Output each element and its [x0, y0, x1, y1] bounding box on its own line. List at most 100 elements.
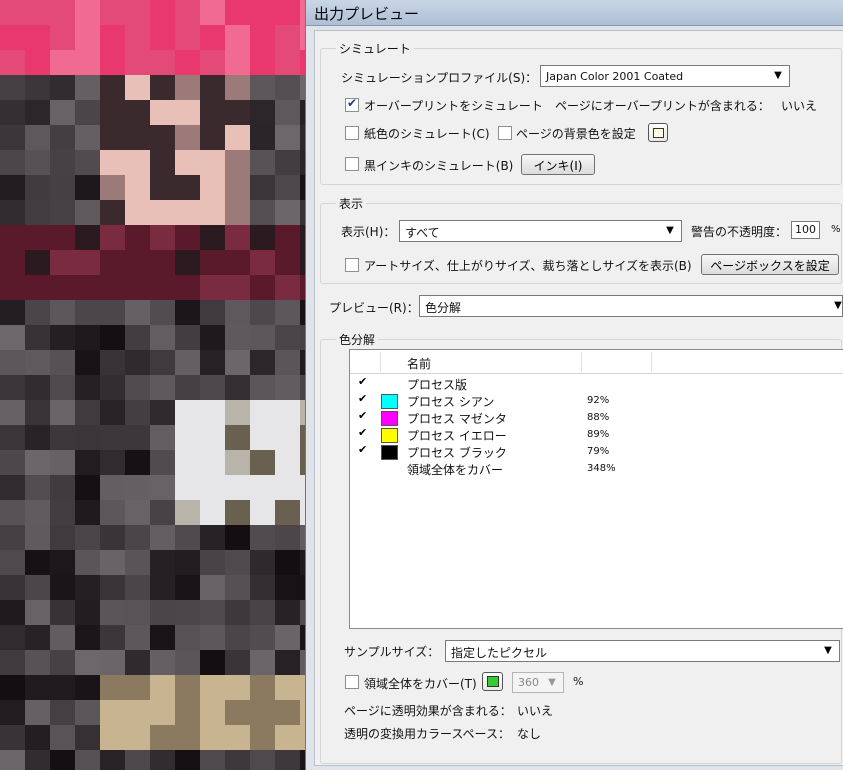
preview-pixel [200, 300, 225, 325]
preview-pixel [75, 475, 100, 500]
black-ink-label: 黒インキのシミュレート(B) [364, 159, 514, 173]
preview-pixel [75, 575, 100, 600]
separation-row[interactable]: プロセス ブラック 79% [350, 443, 843, 461]
preview-pixel [75, 50, 100, 75]
preview-pixel [150, 250, 175, 275]
preview-pixel [250, 0, 275, 25]
warning-opacity-percent: % [831, 224, 841, 235]
preview-pixel [275, 300, 300, 325]
preview-pixel [250, 150, 275, 175]
preview-pixel [250, 300, 275, 325]
preview-pixel [75, 625, 100, 650]
preview-pixel [25, 150, 50, 175]
preview-pixel [50, 450, 75, 475]
preview-pixel [0, 625, 25, 650]
page-box-button[interactable]: ページボックスを設定 [701, 254, 839, 275]
page-background-color-fill [653, 128, 664, 138]
preview-pixel [250, 675, 275, 700]
separations-list[interactable]: 名前 プロセス版プロセス シアン 92% プロセス マゼンタ 88% プロセス イエロー… [349, 349, 843, 629]
preview-dropdown[interactable]: 色分解 ▼ [419, 295, 843, 317]
page-background-checkbox[interactable] [498, 126, 512, 140]
display-group-title: 表示 [336, 195, 367, 212]
preview-pixel [225, 75, 250, 100]
warning-opacity-input[interactable]: 100 [791, 221, 820, 239]
preview-pixel [200, 50, 225, 75]
separation-visibility-checkbox[interactable] [358, 392, 370, 406]
chevron-down-icon: ▼ [666, 225, 674, 236]
preview-pixel [250, 425, 275, 450]
separation-row[interactable]: プロセス イエロー 89% [350, 426, 843, 444]
preview-pixel [50, 625, 75, 650]
separation-row[interactable]: 領域全体をカバー 348% [350, 461, 843, 478]
title-bar[interactable]: 出力プレビュー [306, 0, 843, 26]
preview-pixel [100, 250, 125, 275]
preview-pixel [175, 250, 200, 275]
total-coverage-color-swatch[interactable] [482, 672, 503, 691]
preview-pixel [175, 650, 200, 675]
preview-pixel [100, 225, 125, 250]
separation-visibility-checkbox[interactable] [358, 375, 370, 389]
preview-pixel [0, 25, 25, 50]
total-coverage-value: 360 [518, 676, 539, 689]
preview-pixel [25, 375, 50, 400]
overprint-label: オーバープリントをシミュレート [364, 99, 543, 113]
preview-pixel [175, 175, 200, 200]
preview-pixel [100, 325, 125, 350]
separation-visibility-checkbox[interactable] [358, 426, 370, 440]
preview-pixel [200, 750, 225, 770]
paper-color-checkbox[interactable] [345, 126, 359, 140]
total-coverage-combo[interactable]: 360 ▼ [512, 672, 564, 693]
preview-pixel [75, 300, 100, 325]
preview-pixel [200, 525, 225, 550]
preview-pixel [75, 500, 100, 525]
preview-pixel [275, 600, 300, 625]
preview-pixel [225, 750, 250, 770]
overprint-checkbox[interactable] [345, 96, 359, 112]
preview-pixel [75, 425, 100, 450]
preview-pixel [250, 725, 275, 750]
preview-pixel [275, 650, 300, 675]
preview-pixel [150, 375, 175, 400]
separation-visibility-checkbox[interactable] [358, 409, 370, 423]
preview-pixel [100, 425, 125, 450]
preview-pixel [25, 275, 50, 300]
column-separator [651, 352, 652, 372]
sample-size-dropdown[interactable]: 指定したピクセル ▼ [445, 640, 840, 662]
preview-pixel [75, 600, 100, 625]
preview-pixel [50, 425, 75, 450]
preview-pixel [0, 275, 25, 300]
separation-name: プロセス マゼンタ [407, 412, 507, 426]
preview-pixel [50, 675, 75, 700]
total-coverage-checkbox[interactable] [345, 675, 359, 689]
preview-pixel [125, 450, 150, 475]
art-size-checkbox[interactable] [345, 258, 359, 272]
preview-pixel [25, 450, 50, 475]
preview-pixel [225, 500, 250, 525]
preview-pixel [225, 50, 250, 75]
preview-pixel [275, 50, 300, 75]
preview-pixel [0, 475, 25, 500]
separation-row[interactable]: プロセス マゼンタ 88% [350, 409, 843, 427]
preview-pixel [50, 225, 75, 250]
preview-pixel [0, 125, 25, 150]
preview-pixel [25, 600, 50, 625]
column-name-header[interactable]: 名前 [407, 355, 431, 372]
preview-pixel [150, 25, 175, 50]
separation-row[interactable]: プロセス シアン 92% [350, 392, 843, 410]
separation-row[interactable]: プロセス版 [350, 375, 843, 393]
preview-pixel [50, 400, 75, 425]
document-preview [0, 0, 305, 770]
ink-color-swatch [381, 411, 398, 426]
show-dropdown[interactable]: すべて ▼ [399, 220, 682, 242]
preview-pixel [200, 350, 225, 375]
preview-pixel [125, 150, 150, 175]
ink-color-swatch [381, 445, 398, 460]
black-ink-checkbox[interactable] [345, 157, 359, 171]
ink-button[interactable]: インキ(I) [521, 154, 595, 175]
simulation-profile-dropdown[interactable]: Japan Color 2001 Coated ▼ [540, 65, 790, 87]
preview-pixel [175, 275, 200, 300]
preview-pixel [25, 175, 50, 200]
page-background-color-swatch[interactable] [648, 123, 668, 142]
preview-pixel [100, 75, 125, 100]
separation-visibility-checkbox[interactable] [358, 443, 370, 457]
